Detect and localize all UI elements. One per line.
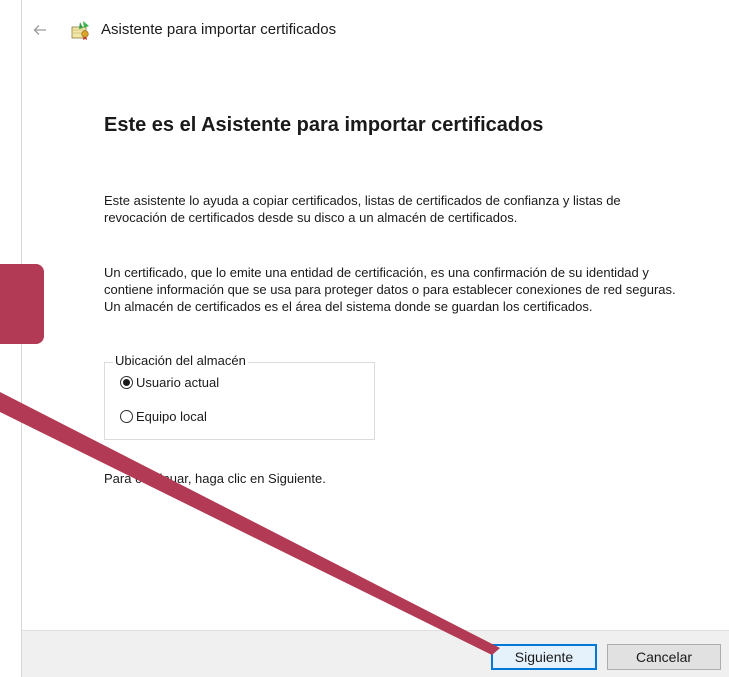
radio-current-user[interactable]: Usuario actual — [120, 375, 219, 390]
cancel-button[interactable]: Cancelar — [607, 644, 721, 670]
radio-current-user-label: Usuario actual — [136, 375, 220, 390]
back-arrow-icon[interactable] — [32, 22, 48, 38]
next-button[interactable]: Siguiente — [491, 644, 597, 670]
page-title: Este es el Asistente para importar certi… — [104, 114, 544, 136]
annotation-callout-box — [0, 264, 44, 344]
store-location-group — [104, 362, 375, 440]
continue-instruction: Para continuar, haga clic en Siguiente. — [104, 471, 326, 486]
window-title: Asistente para importar certificados — [101, 21, 337, 38]
certificate-description-paragraph: Un certificado, que lo emite una entidad… — [104, 265, 676, 314]
store-location-legend: Ubicación del almacén — [113, 352, 248, 369]
radio-button-unchecked[interactable] — [120, 410, 133, 423]
intro-paragraph: Este asistente lo ayuda a copiar certifi… — [104, 193, 621, 225]
wizard-window: Asistente para importar certificados Est… — [0, 0, 729, 677]
radio-button-checked[interactable] — [120, 376, 133, 389]
radio-local-machine[interactable]: Equipo local — [120, 409, 207, 424]
annotation-pointer-arrow — [0, 392, 500, 655]
radio-local-machine-label: Equipo local — [136, 409, 207, 424]
certificate-wizard-icon — [70, 19, 92, 41]
